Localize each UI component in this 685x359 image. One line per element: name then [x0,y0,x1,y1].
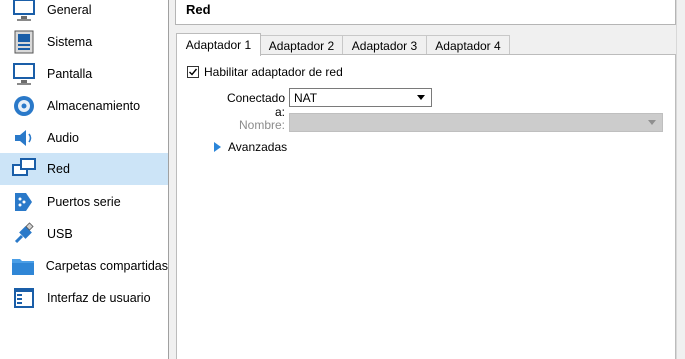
tab-adaptador-4[interactable]: Adaptador 4 [426,35,510,55]
sidebar-item-pantalla[interactable]: Pantalla [10,58,168,90]
tab-label: Adaptador 2 [268,38,335,53]
usb-icon [10,220,38,248]
tab-adaptador-1[interactable]: Adaptador 1 [176,33,261,56]
network-icon [10,155,38,183]
enable-adapter-checkbox[interactable] [187,66,199,78]
sidebar-item-almacenamiento[interactable]: Almacenamiento [10,90,168,122]
enable-adapter-label: Habilitar adaptador de red [204,65,343,79]
sidebar-item-audio[interactable]: Audio [10,122,168,154]
sidebar-item-label: Audio [47,131,79,145]
sidebar-item-carpetas-compartidas[interactable]: Carpetas compartidas [10,250,168,282]
sidebar-item-label: Almacenamiento [47,99,141,113]
sidebar-item-general[interactable]: General [10,0,168,26]
connected-to-value: NAT [294,90,318,105]
sidebar-item-usb[interactable]: USB [10,218,168,250]
window-icon [10,284,38,312]
adapter-tabbar: Adaptador 1 Adaptador 2 Adaptador 3 Adap… [176,33,676,56]
chip-icon [10,28,38,56]
name-select [289,113,663,132]
sidebar-item-label: Puertos serie [47,195,121,209]
monitor-icon [10,60,38,88]
sidebar-item-label: General [47,3,92,17]
sidebar-item-label: USB [47,227,73,241]
speaker-icon [10,124,38,152]
tab-adaptador-3[interactable]: Adaptador 3 [342,35,427,55]
disk-icon [10,92,38,120]
folder-icon [10,252,37,280]
page-title: Red [186,2,211,17]
tab-adaptador-2[interactable]: Adaptador 2 [260,35,343,55]
expand-arrow-icon [214,142,221,152]
name-label: Nombre: [238,118,285,132]
advanced-toggle[interactable]: Avanzadas [214,140,287,154]
checkmark-icon [189,68,198,76]
chevron-down-icon [648,120,656,125]
sidebar-item-label: Interfaz de usuario [47,291,151,305]
sidebar-item-label: Red [47,162,70,176]
tab-label: Adaptador 1 [185,38,252,52]
sidebar-item-label: Pantalla [47,67,93,81]
sidebar-item-label: Sistema [47,35,93,49]
advanced-label: Avanzadas [228,140,288,154]
sidebar-item-red[interactable]: Red [0,153,168,185]
serial-port-icon [10,188,38,216]
settings-sidebar: General Sistema Pantalla Almacenamiento … [0,0,169,359]
monitor-icon [10,0,38,24]
sidebar-item-label: Carpetas compartidas [45,259,168,273]
sidebar-item-interfaz-de-usuario[interactable]: Interfaz de usuario [10,282,168,314]
connected-to-label: Conectado a: [226,91,285,119]
window-edge [676,0,685,359]
sidebar-item-puertos-serie[interactable]: Puertos serie [10,186,168,218]
connected-to-select[interactable]: NAT [289,88,432,107]
adapter-panel: Habilitar adaptador de red Conectado a: … [176,54,676,359]
chevron-down-icon [417,95,425,100]
tab-label: Adaptador 4 [435,38,501,53]
page-header: Red [175,0,676,25]
enable-adapter-row[interactable]: Habilitar adaptador de red [187,65,343,79]
tab-label: Adaptador 3 [351,38,418,53]
sidebar-item-sistema[interactable]: Sistema [10,26,168,58]
